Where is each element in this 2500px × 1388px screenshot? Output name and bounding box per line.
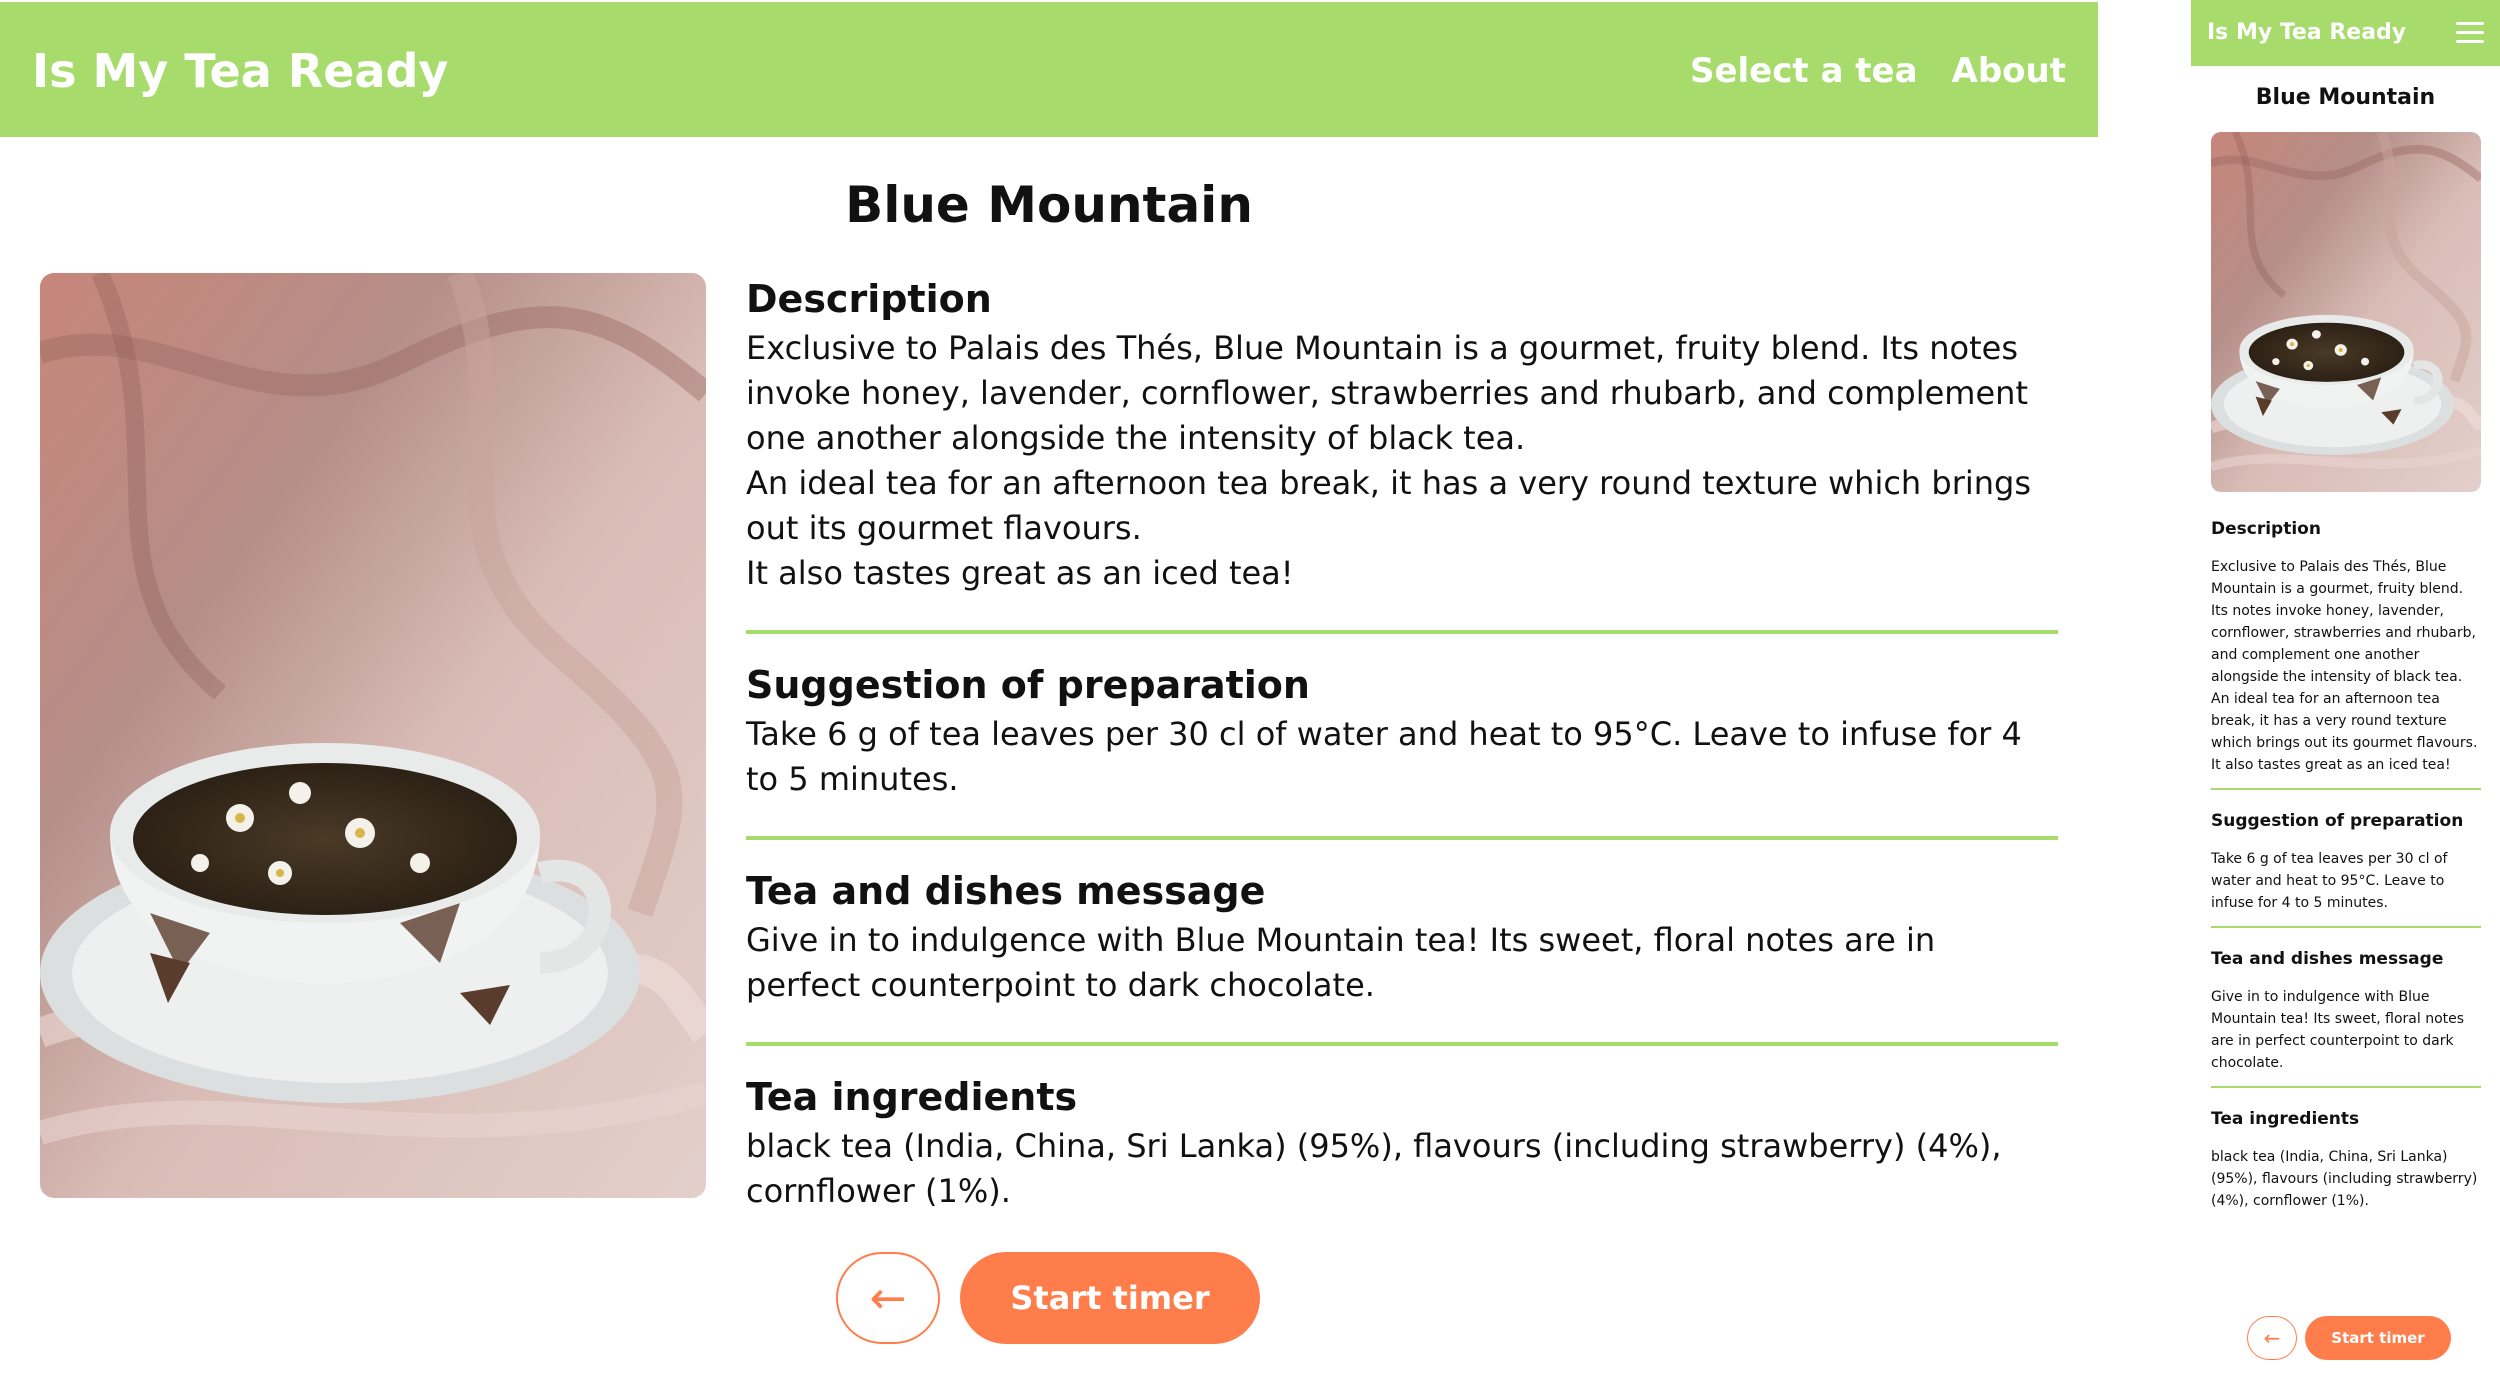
section-heading: Suggestion of preparation: [746, 663, 1310, 707]
page-title: Blue Mountain: [2255, 85, 2436, 110]
back-button[interactable]: ←: [2247, 1316, 2297, 1360]
nav-select-tea[interactable]: Select a tea: [1690, 44, 1918, 98]
pairing-section: Tea and dishes message Give in to indulg…: [2211, 926, 2481, 1086]
description-paragraph: Exclusive to Palais des Thés, Blue Mount…: [746, 329, 2028, 457]
page-title: Blue Mountain: [845, 176, 1253, 234]
tea-details: Description Exclusive to Palais des Thés…: [746, 274, 2058, 1248]
ingredients-text: black tea (India, China, Sri Lanka) (95%…: [746, 1127, 2002, 1210]
top-bar: Is My Tea Ready Select a tea About: [0, 2, 2098, 137]
description-paragraph: An ideal tea for an afternoon tea break,…: [2211, 691, 2478, 751]
description-section: Description Exclusive to Palais des Thés…: [746, 274, 2058, 630]
main-nav: Select a tea About: [1690, 44, 2066, 98]
description-paragraph: An ideal tea for an afternoon tea break,…: [746, 464, 2031, 547]
section-heading: Suggestion of preparation: [2211, 811, 2464, 831]
section-heading: Tea ingredients: [746, 1075, 1078, 1119]
ingredients-section: Tea ingredients black tea (India, China,…: [746, 1042, 2058, 1248]
section-heading: Tea and dishes message: [746, 869, 1266, 913]
description-paragraph: Exclusive to Palais des Thés, Blue Mount…: [2211, 559, 2476, 685]
preparation-section: Suggestion of preparation Take 6 g of te…: [746, 630, 2058, 836]
section-heading: Tea ingredients: [2211, 1109, 2360, 1129]
section-heading: Description: [2211, 519, 2321, 539]
tea-details: Description Exclusive to Palais des Thés…: [2211, 516, 2481, 1224]
section-heading: Tea and dishes message: [2211, 949, 2444, 969]
nav-about[interactable]: About: [1952, 44, 2066, 98]
preparation-text: Take 6 g of tea leaves per 30 cl of wate…: [746, 715, 2022, 798]
start-timer-button[interactable]: Start timer: [960, 1252, 1260, 1344]
mobile-top-bar: Is My Tea Ready: [2191, 0, 2500, 66]
description-section: Description Exclusive to Palais des Thés…: [2211, 516, 2481, 788]
description-paragraph: It also tastes great as an iced tea!: [2211, 757, 2451, 773]
ingredients-section: Tea ingredients black tea (India, China,…: [2211, 1086, 2481, 1224]
back-button[interactable]: ←: [836, 1252, 940, 1344]
section-heading: Description: [746, 277, 992, 321]
preparation-text: Take 6 g of tea leaves per 30 cl of wate…: [2211, 851, 2448, 911]
desktop-view: Is My Tea Ready Select a tea About Blue …: [0, 0, 2098, 1388]
tea-photo: [2211, 132, 2481, 492]
tea-photo: [40, 273, 706, 1198]
ingredients-text: black tea (India, China, Sri Lanka) (95%…: [2211, 1149, 2478, 1209]
pairing-text: Give in to indulgence with Blue Mountain…: [2211, 989, 2465, 1071]
app-logo[interactable]: Is My Tea Ready: [2207, 16, 2406, 50]
preparation-section: Suggestion of preparation Take 6 g of te…: [2211, 788, 2481, 926]
start-timer-button[interactable]: Start timer: [2305, 1316, 2451, 1360]
pairing-section: Tea and dishes message Give in to indulg…: [746, 836, 2058, 1042]
arrow-left-icon: ←: [869, 1272, 907, 1324]
arrow-left-icon: ←: [2263, 1326, 2281, 1350]
app-logo[interactable]: Is My Tea Ready: [32, 40, 448, 102]
hamburger-menu-icon[interactable]: [2456, 22, 2484, 44]
description-paragraph: It also tastes great as an iced tea!: [746, 554, 1294, 592]
pairing-text: Give in to indulgence with Blue Mountain…: [746, 921, 1936, 1004]
mobile-view: Is My Tea Ready Blue Mountain Descriptio…: [2191, 0, 2500, 1388]
